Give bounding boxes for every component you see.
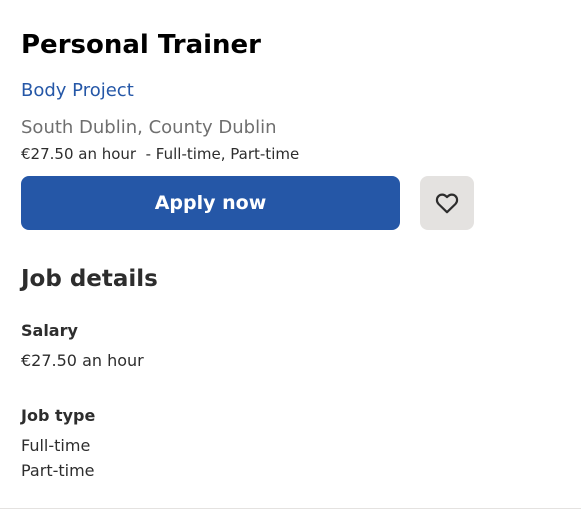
pay-summary: €27.50 an hour - Full-time, Part-time (21, 145, 300, 163)
job-title: Personal Trainer (21, 30, 261, 60)
salary-label: Salary (21, 321, 78, 340)
job-type-value: Full-time (21, 436, 91, 455)
job-details-heading: Job details (21, 266, 158, 292)
job-type-label: Job type (21, 406, 96, 425)
company-link[interactable]: Body Project (21, 79, 134, 103)
bottom-divider (0, 508, 581, 509)
salary-value: €27.50 an hour (21, 351, 144, 370)
apply-now-button[interactable]: Apply now (21, 176, 400, 230)
job-type-value: Part-time (21, 461, 95, 480)
save-job-button[interactable] (420, 176, 474, 230)
heart-outline-icon (434, 190, 460, 216)
job-location: South Dublin, County Dublin (21, 117, 277, 138)
